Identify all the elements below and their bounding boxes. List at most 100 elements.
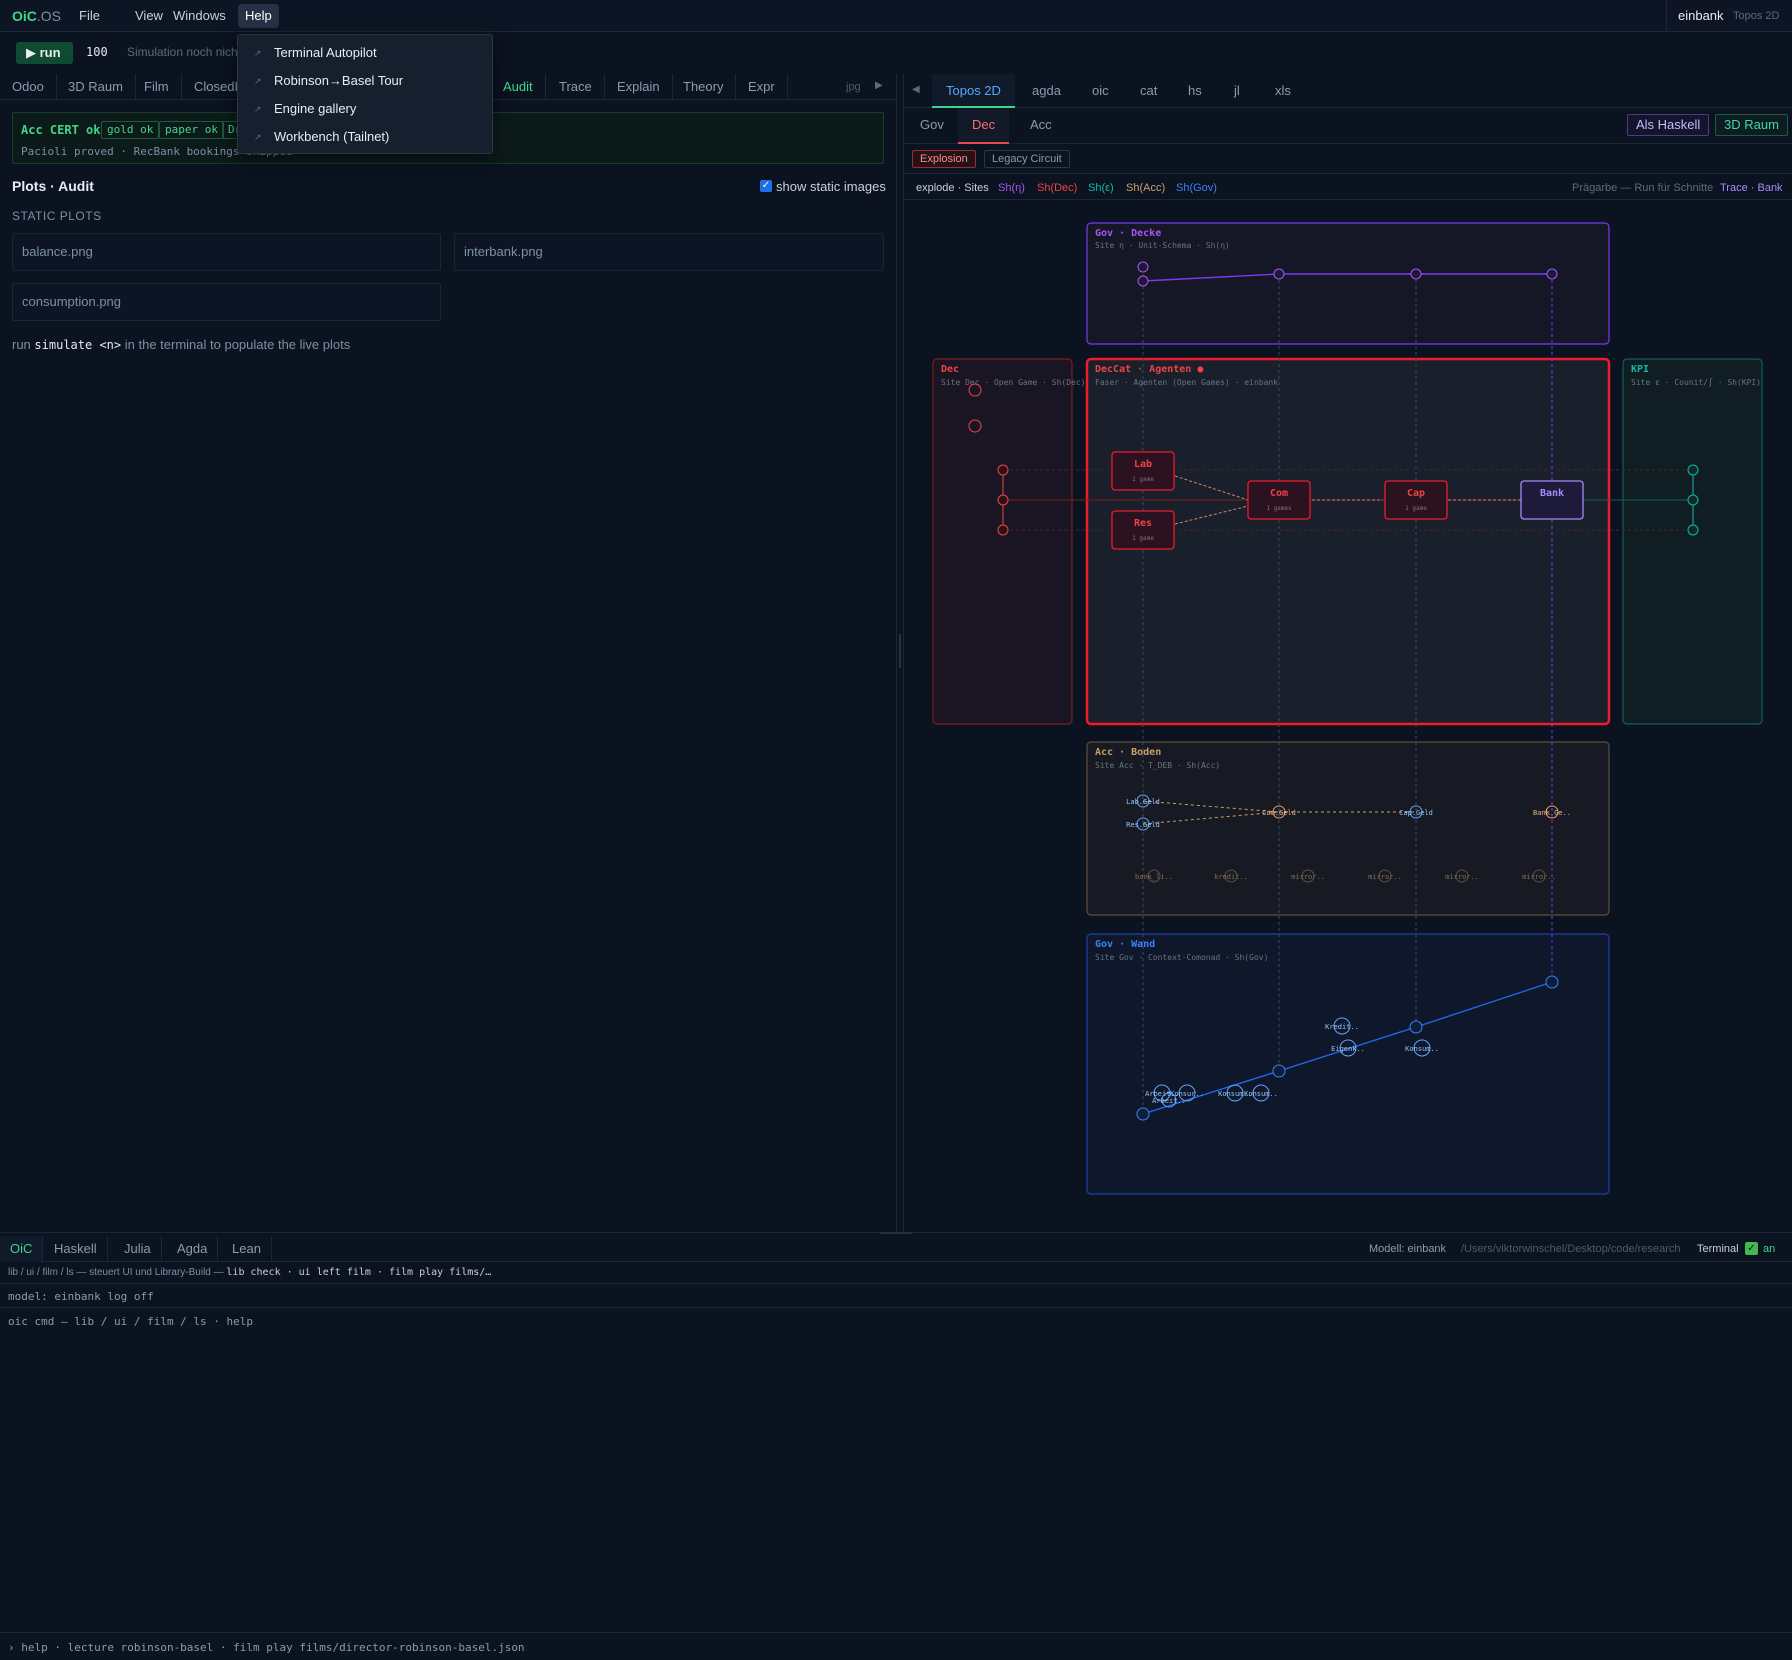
legend-sh-gov[interactable]: Sh(Gov)	[1176, 182, 1217, 194]
help-item-workbench-tailnet[interactable]: ↗ Workbench (Tailnet)	[238, 124, 492, 150]
agent-lab-label: Lab	[1134, 459, 1152, 470]
tab-site-acc[interactable]: Acc	[1016, 108, 1066, 144]
menu-windows[interactable]: Windows	[166, 4, 233, 28]
static-images-checkbox[interactable]: ✓	[760, 180, 772, 192]
tab-hs[interactable]: hs	[1174, 74, 1216, 108]
tab-oic[interactable]: oic	[1078, 74, 1123, 108]
acc-bottom-label: mirror..	[1445, 873, 1479, 881]
as-haskell-button[interactable]: Als Haskell	[1627, 114, 1710, 136]
wand-node-label: Eigenk..	[1331, 1045, 1365, 1053]
agent-res-label: Res	[1134, 518, 1152, 529]
dec-side-subtitle: Site Dec · Open Game · Sh(Dec)	[941, 378, 1086, 387]
menubar: OiC.OS File View Windows Help einbank To…	[0, 0, 1792, 32]
wand-node-label: Konsum..	[1405, 1045, 1439, 1053]
deccat-subtitle: Faser · Agenten (Open Games) · einbank	[1095, 378, 1278, 387]
splitter-h-grip-icon[interactable]	[880, 1232, 912, 1234]
static-images-label[interactable]: show static images	[776, 179, 886, 194]
terminal-toggle-checkbox[interactable]: ✓	[1745, 1242, 1758, 1255]
terminal-output: oic cmd — lib / ui / film / ls · help	[8, 1315, 254, 1328]
static-plots-heading: STATIC PLOTS	[12, 209, 102, 223]
tab-term-haskell[interactable]: Haskell	[44, 1236, 108, 1262]
terminal-label: Terminal	[1697, 1243, 1739, 1255]
run-hint-command: simulate <n>	[34, 338, 122, 352]
tab-term-oic[interactable]: OiC	[0, 1236, 44, 1262]
tab-3d-raum[interactable]: 3D Raum	[56, 74, 136, 100]
help-item-terminal-autopilot[interactable]: ↗ Terminal Autopilot	[238, 40, 492, 66]
help-item-engine-gallery[interactable]: ↗ Engine gallery	[238, 96, 492, 122]
terminal-input[interactable]: › help · lecture robinson-basel · film p…	[0, 1632, 1792, 1660]
external-link-icon: ↗	[254, 104, 262, 114]
tab-trace[interactable]: Trace	[547, 74, 605, 100]
plot-consumption[interactable]: consumption.png	[12, 283, 441, 321]
legend-sh-epsilon[interactable]: Sh(ε)	[1088, 182, 1114, 194]
tab-topos-2d[interactable]: Topos 2D	[932, 74, 1015, 108]
tab-expr[interactable]: Expr	[736, 74, 788, 100]
dec-node	[997, 464, 1009, 476]
menu-file[interactable]: File	[72, 4, 107, 28]
steps-input[interactable]: 100	[86, 45, 108, 59]
agent-com-sub: 1 games	[1266, 505, 1292, 512]
acc-bottom-label: mirror..	[1291, 873, 1325, 881]
legend-sh-acc[interactable]: Sh(Acc)	[1126, 182, 1165, 194]
acc-node-lab-label: Lab.Geld	[1126, 798, 1160, 806]
frame-kpi	[1622, 358, 1763, 725]
wand-node-bank	[1545, 975, 1559, 989]
agent-lab-sub: 1 game	[1132, 476, 1154, 483]
wand-node-res	[1136, 1107, 1150, 1121]
run-button[interactable]: ▶ run	[16, 42, 73, 64]
plots-title: Plots · Audit	[12, 178, 94, 194]
external-link-icon: ↗	[254, 132, 262, 142]
splitter-grip-icon[interactable]	[899, 634, 901, 668]
external-link-icon: ↗	[254, 76, 262, 86]
explosion-button[interactable]: Explosion	[912, 150, 976, 168]
gov-wand-subtitle: Site Gov · Context-Comonad · Sh(Gov)	[1095, 953, 1268, 962]
tab-jpg[interactable]: jpg	[834, 74, 873, 100]
agent-com-label: Com	[1270, 488, 1288, 499]
gov-node-lab	[1137, 261, 1149, 273]
3d-raum-button[interactable]: 3D Raum	[1715, 114, 1788, 136]
tab-agda[interactable]: agda	[1018, 74, 1075, 108]
tab-odoo[interactable]: Odoo	[0, 74, 57, 100]
help-item-robinson-basel-tour[interactable]: ↗ Robinson→Basel Tour	[238, 68, 492, 94]
acc-node-res-label: Res.Geld	[1126, 821, 1160, 829]
dec-node	[997, 524, 1009, 536]
plot-interbank[interactable]: interbank.png	[454, 233, 884, 271]
tab-theory[interactable]: Theory	[671, 74, 737, 100]
tab-explain[interactable]: Explain	[605, 74, 673, 100]
legend-sh-dec[interactable]: Sh(Dec)	[1037, 182, 1077, 194]
presheaf-hint: Prägarbe — Run für Schnitte	[1572, 182, 1714, 194]
legacy-circuit-button[interactable]: Legacy Circuit	[984, 150, 1070, 168]
tab-term-agda[interactable]: Agda	[167, 1236, 219, 1262]
kpi-node	[1687, 464, 1699, 476]
tab-film[interactable]: Film	[132, 74, 182, 100]
menu-view[interactable]: View	[128, 4, 170, 28]
plot-balance[interactable]: balance.png	[12, 233, 441, 271]
kpi-title: KPI	[1631, 364, 1649, 375]
tab-audit[interactable]: Audit	[491, 74, 546, 100]
agent-com-box	[1247, 480, 1311, 520]
app-brand[interactable]: OiC.OS	[12, 8, 61, 24]
tab-jl[interactable]: jl	[1220, 74, 1254, 108]
tab-site-gov[interactable]: Gov	[906, 108, 958, 144]
menu-help[interactable]: Help	[238, 4, 279, 28]
legend-sh-eta[interactable]: Sh(η)	[998, 182, 1025, 194]
tab-term-julia[interactable]: Julia	[114, 1236, 162, 1262]
terminal-model: Modell: einbank	[1369, 1243, 1447, 1255]
terminal-path: /Users/viktorwinschel/Desktop/code/resea…	[1461, 1243, 1681, 1255]
collapse-left-icon[interactable]: ◀	[912, 84, 920, 95]
model-name: einbank	[1678, 8, 1724, 23]
agent-lab-box	[1111, 451, 1175, 491]
tab-xls[interactable]: xls	[1261, 74, 1305, 108]
tab-scroll-right-icon[interactable]: ▶	[875, 80, 883, 91]
tab-cat[interactable]: cat	[1126, 74, 1171, 108]
trace-bank-link[interactable]: Trace · Bank	[1720, 182, 1783, 194]
tab-term-lean[interactable]: Lean	[222, 1236, 272, 1262]
wand-node-cap	[1409, 1020, 1423, 1034]
agent-bank-label: Bank	[1540, 488, 1564, 499]
gov-decke-title: Gov · Decke	[1095, 228, 1161, 239]
wand-node-label: Arbeit..	[1152, 1097, 1186, 1105]
agent-bank-box	[1520, 480, 1584, 520]
acc-boden-subtitle: Site Acc · T_DEB · Sh(Acc)	[1095, 761, 1220, 770]
tab-site-dec[interactable]: Dec	[958, 108, 1010, 144]
wand-node-com	[1272, 1064, 1286, 1078]
